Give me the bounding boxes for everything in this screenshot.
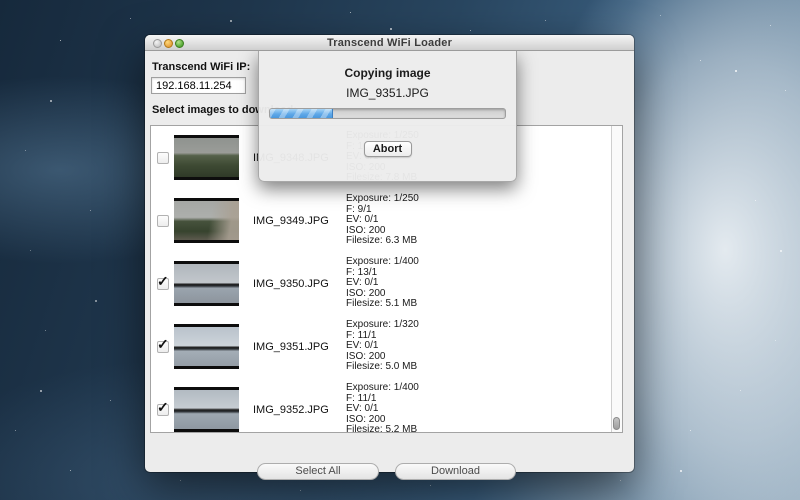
image-checkbox[interactable] — [157, 278, 169, 290]
image-thumbnail — [174, 324, 239, 369]
dialog-title: Copying image — [259, 66, 516, 80]
list-item: IMG_9349.JPG Exposure: 1/250 F: 9/1 EV: … — [151, 189, 622, 252]
image-exif: Exposure: 1/320 F: 11/1 EV: 0/1 ISO: 200… — [346, 320, 419, 373]
list-item: IMG_9351.JPG Exposure: 1/320 F: 11/1 EV:… — [151, 315, 622, 378]
image-filename: IMG_9349.JPG — [253, 215, 339, 227]
image-exif: Exposure: 1/250 F: 9/1 EV: 0/1 ISO: 200 … — [346, 194, 419, 247]
copy-progress-dialog: Copying image IMG_9351.JPG Abort — [258, 51, 517, 182]
exif-filesize: Filesize: 5.2 MB — [346, 425, 419, 433]
image-thumbnail — [174, 135, 239, 180]
image-checkbox[interactable] — [157, 404, 169, 416]
image-filename: IMG_9351.JPG — [253, 341, 339, 353]
desktop-background: Transcend WiFi Loader Transcend WiFi IP:… — [0, 0, 800, 500]
progress-bar — [269, 108, 506, 119]
app-window: Transcend WiFi Loader Transcend WiFi IP:… — [145, 35, 634, 472]
dialog-filename: IMG_9351.JPG — [259, 86, 516, 100]
image-exif: Exposure: 1/400 F: 13/1 EV: 0/1 ISO: 200… — [346, 257, 419, 310]
image-thumbnail — [174, 198, 239, 243]
list-item: IMG_9352.JPG Exposure: 1/400 F: 11/1 EV:… — [151, 378, 622, 433]
scrollbar-thumb[interactable] — [613, 417, 620, 430]
image-checkbox[interactable] — [157, 215, 169, 227]
image-thumbnail — [174, 387, 239, 432]
image-exif: Exposure: 1/400 F: 11/1 EV: 0/1 ISO: 200… — [346, 383, 419, 433]
ip-label: Transcend WiFi IP: — [152, 61, 250, 73]
select-all-button[interactable]: Select All — [257, 463, 379, 480]
list-item: IMG_9350.JPG Exposure: 1/400 F: 13/1 EV:… — [151, 252, 622, 315]
image-thumbnail — [174, 261, 239, 306]
window-titlebar[interactable]: Transcend WiFi Loader — [145, 35, 634, 51]
image-checkbox[interactable] — [157, 341, 169, 353]
window-title: Transcend WiFi Loader — [145, 37, 634, 49]
exif-filesize: Filesize: 6.3 MB — [346, 236, 419, 247]
image-checkbox[interactable] — [157, 152, 169, 164]
exif-filesize: Filesize: 5.0 MB — [346, 362, 419, 373]
stars-decor-bright — [0, 0, 2, 2]
image-filename: IMG_9350.JPG — [253, 278, 339, 290]
exif-filesize: Filesize: 5.1 MB — [346, 299, 419, 310]
ip-input[interactable] — [151, 77, 246, 94]
scrollbar-track[interactable] — [611, 126, 622, 432]
progress-bar-fill — [270, 109, 333, 118]
image-filename: IMG_9352.JPG — [253, 404, 339, 416]
abort-button[interactable]: Abort — [364, 141, 412, 157]
download-button[interactable]: Download — [395, 463, 516, 480]
